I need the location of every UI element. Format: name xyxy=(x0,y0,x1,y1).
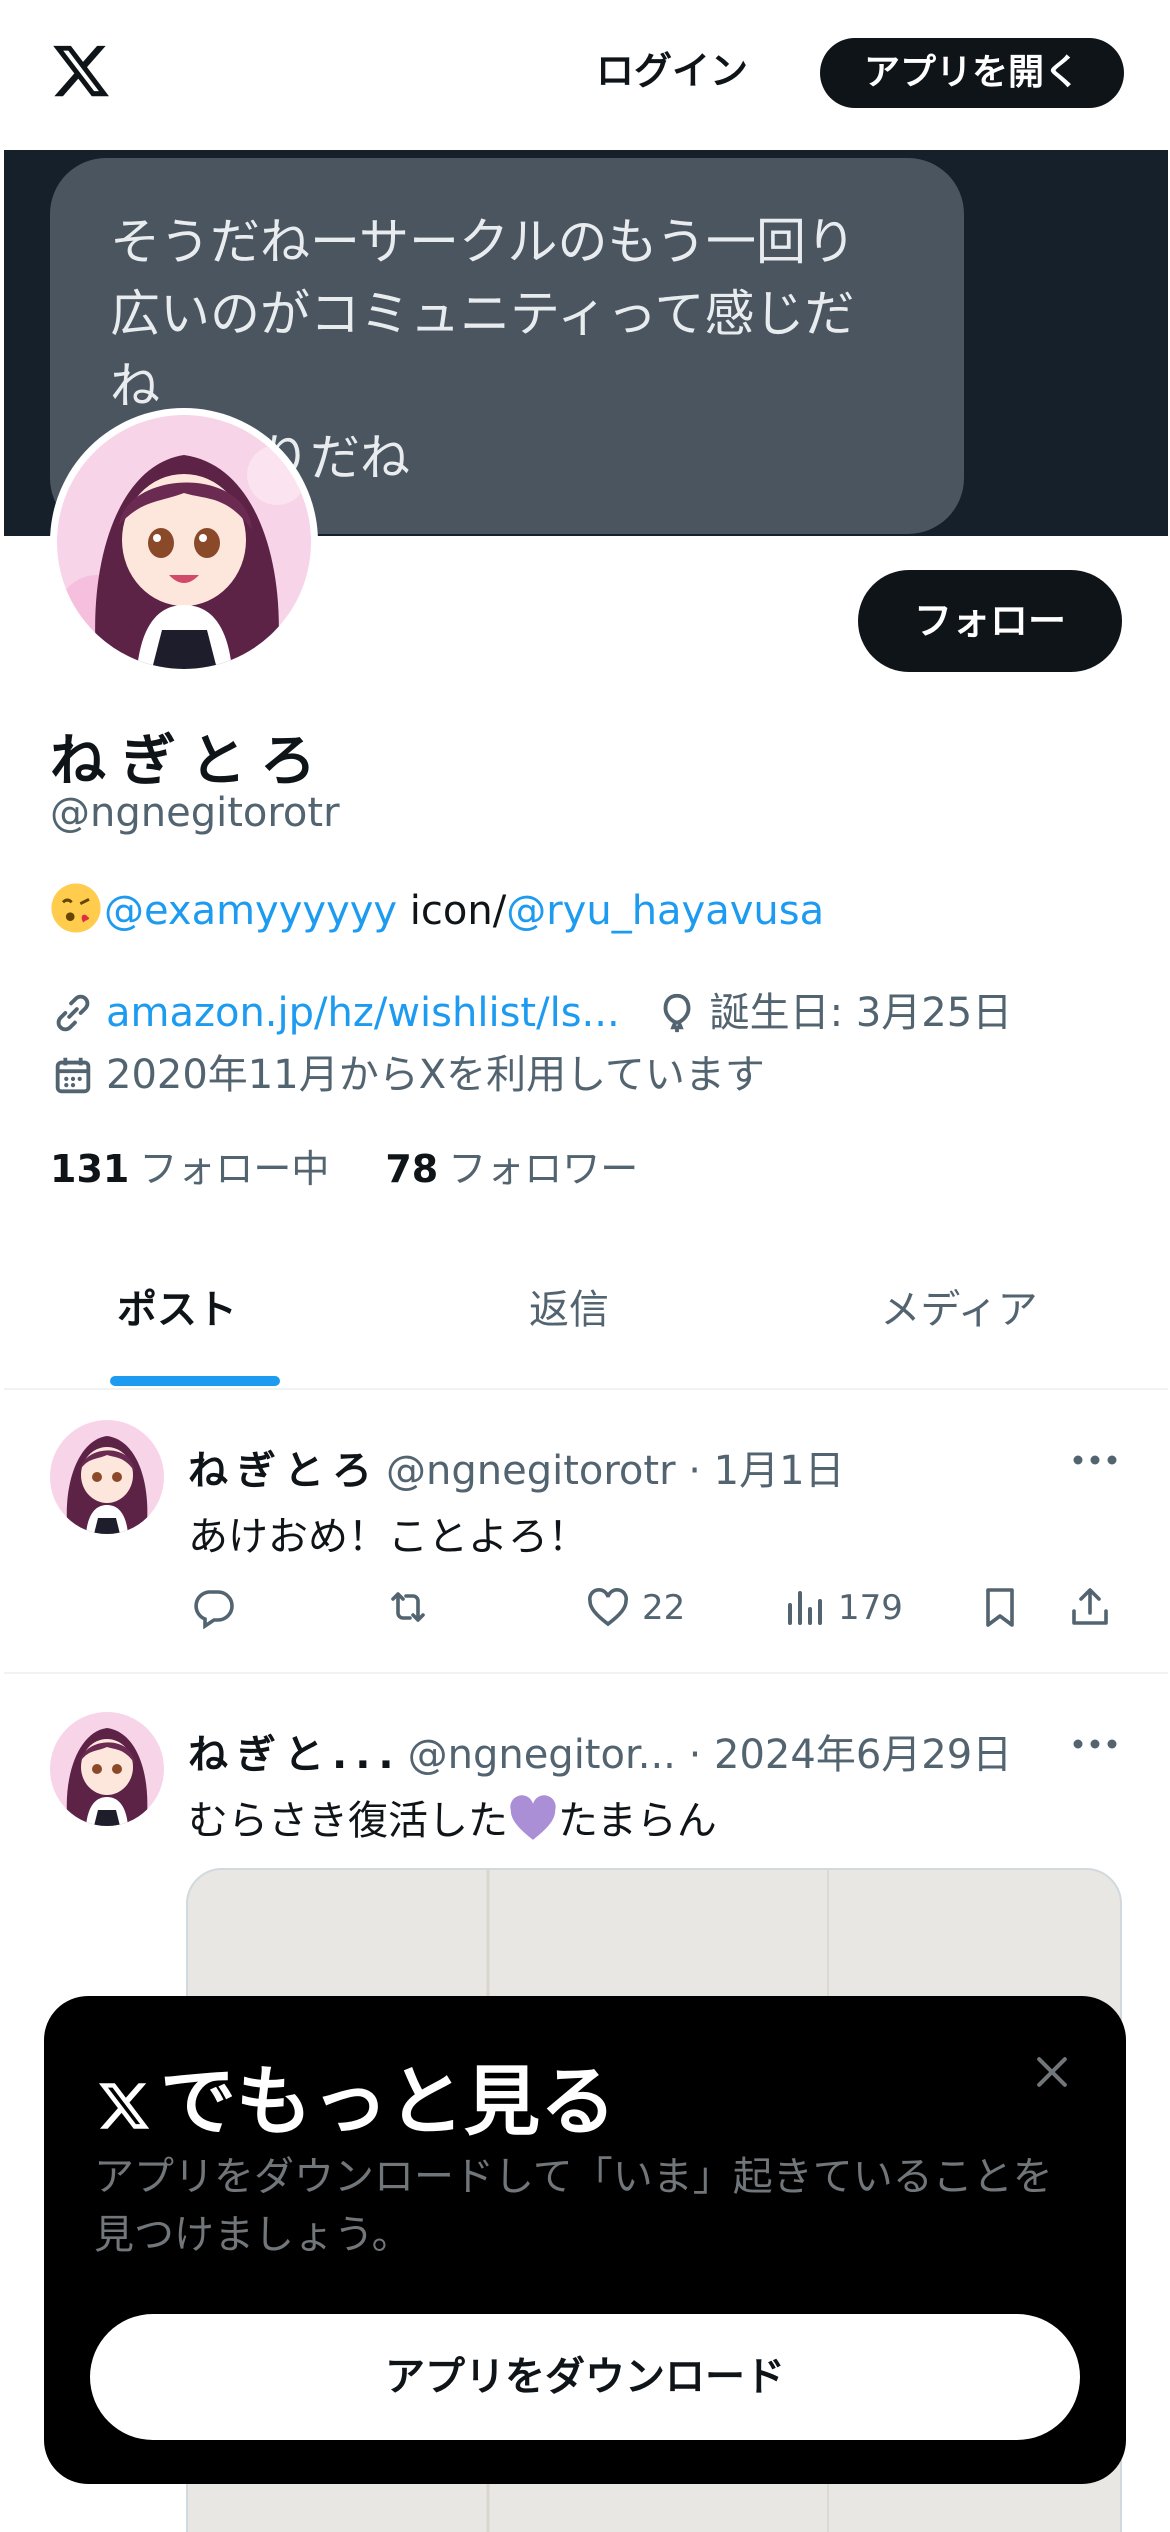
share-icon xyxy=(1072,1588,1108,1625)
followers-count: 78 xyxy=(385,1147,439,1191)
post-author-name[interactable]: ねぎと... xyxy=(188,1732,402,1778)
post-author-name[interactable]: ねぎとろ xyxy=(188,1448,380,1494)
profile-handle: @ngnegitorotr xyxy=(50,790,340,836)
x-logo-icon[interactable] xyxy=(48,40,114,102)
post-avatar[interactable] xyxy=(50,1420,164,1534)
follow-button[interactable]: フォロー xyxy=(858,570,1122,672)
face-blowing-kiss-icon xyxy=(51,883,101,933)
post[interactable]: ねぎとろ @ngnegitorotr · 1月1日 あけおめ！ことよろ！ 22 1… xyxy=(4,1392,1168,1674)
app-promo-sheet: でもっと見る アプリをダウンロードして「いま」起きていることを見つけましょう。 … xyxy=(44,1996,1126,2484)
following-count: 131 xyxy=(50,1147,130,1191)
top-bar: ログイン アプリを開く xyxy=(0,0,1170,150)
post-date[interactable]: · 2024年6月29日 xyxy=(689,1732,1013,1778)
heart-icon xyxy=(587,1587,629,1627)
banner-text-line: そうだねーサークルのもう一回り xyxy=(110,213,856,271)
following-label: フォロー中 xyxy=(139,1147,330,1191)
post-text: あけおめ！ことよろ！ xyxy=(188,1514,588,1560)
banner-text-line: ね xyxy=(110,357,160,415)
followers-link[interactable]: 78 フォロワー xyxy=(385,1147,638,1191)
view-count: 179 xyxy=(838,1588,903,1628)
download-app-button[interactable]: アプリをダウンロード xyxy=(90,2314,1080,2440)
bookmark-icon xyxy=(986,1588,1014,1627)
repost-button[interactable] xyxy=(384,1578,432,1638)
reply-button[interactable] xyxy=(190,1578,238,1638)
follow-counts: 131 フォロー中 78 フォロワー xyxy=(50,1138,638,1193)
tab-media[interactable]: メディア xyxy=(814,1250,1104,1388)
x-logo-icon xyxy=(98,2083,150,2129)
bio-text: icon/ xyxy=(397,888,507,934)
post-text-part: たまらん xyxy=(558,1798,717,1844)
analytics-icon xyxy=(788,1591,822,1625)
purple-heart-icon xyxy=(510,1795,556,1840)
post-avatar[interactable] xyxy=(50,1712,164,1826)
balloon-icon xyxy=(663,993,691,1033)
close-icon[interactable] xyxy=(1030,2050,1074,2094)
bio-mention-link[interactable]: @examyyyyyy xyxy=(104,888,397,934)
like-button[interactable]: 22 xyxy=(584,1578,685,1638)
post-date[interactable]: · 1月1日 xyxy=(688,1448,844,1494)
sheet-title-text: でもっと見る xyxy=(160,2057,616,2146)
open-app-button[interactable]: アプリを開く xyxy=(820,38,1124,108)
avatar-illustration xyxy=(57,415,311,669)
following-link[interactable]: 131 フォロー中 xyxy=(50,1147,329,1191)
post-author-handle[interactable]: @ngnegitor... xyxy=(408,1732,676,1778)
post-author-handle[interactable]: @ngnegitorotr xyxy=(386,1448,676,1494)
share-button[interactable] xyxy=(1066,1578,1114,1638)
post-text: むらさき復活した たまらん xyxy=(188,1788,717,1846)
more-options-icon[interactable] xyxy=(1070,1450,1120,1470)
joined-text: 2020年11月からXを利用しています xyxy=(106,1052,765,1098)
followers-label: フォロワー xyxy=(448,1147,639,1191)
reply-icon xyxy=(194,1590,234,1630)
avatar-illustration xyxy=(50,1420,164,1534)
profile-avatar[interactable] xyxy=(50,408,318,676)
login-link[interactable]: ログイン xyxy=(596,42,748,100)
post-header: ねぎと... @ngnegitor... · 2024年6月29日 xyxy=(188,1722,1012,1780)
bio-mention-link[interactable]: @ryu_hayavusa xyxy=(506,888,824,934)
profile-meta-row: amazon.jp/hz/wishlist/ls... 誕生日: 3月25日 xyxy=(50,980,1012,1038)
post-header: ねぎとろ @ngnegitorotr · 1月1日 xyxy=(188,1438,845,1496)
calendar-icon xyxy=(55,1057,91,1094)
link-icon xyxy=(56,994,90,1032)
website-link[interactable]: amazon.jp/hz/wishlist/ls... xyxy=(106,990,620,1036)
profile-tabs: ポスト 返信 メディア xyxy=(4,1250,1168,1390)
post-text-part: むらさき復活した xyxy=(188,1798,508,1844)
sheet-title: でもっと見る xyxy=(94,2040,616,2150)
active-tab-indicator xyxy=(110,1376,280,1386)
views-button[interactable]: 179 xyxy=(780,1578,903,1638)
banner-text-line: 広いのがコミュニティって感じだ xyxy=(110,285,855,343)
repost-icon xyxy=(391,1592,425,1622)
tab-posts[interactable]: ポスト xyxy=(64,1250,290,1388)
birthday-text: 誕生日: 3月25日 xyxy=(709,990,1013,1036)
post-actions: 22 179 xyxy=(184,1578,1124,1638)
tab-replies[interactable]: 返信 xyxy=(424,1250,714,1388)
profile-meta-row: 2020年11月からXを利用しています xyxy=(50,1042,765,1100)
bookmark-button[interactable] xyxy=(976,1578,1024,1638)
more-options-icon[interactable] xyxy=(1070,1734,1120,1754)
sheet-description: アプリをダウンロードして「いま」起きていることを見つけましょう。 xyxy=(94,2154,1053,2258)
like-count: 22 xyxy=(642,1588,686,1628)
avatar-illustration xyxy=(50,1712,164,1826)
profile-bio: @examyyyyyy icon/@ryu_hayavusa xyxy=(50,882,824,934)
profile-display-name: ねぎとろ xyxy=(50,729,330,794)
